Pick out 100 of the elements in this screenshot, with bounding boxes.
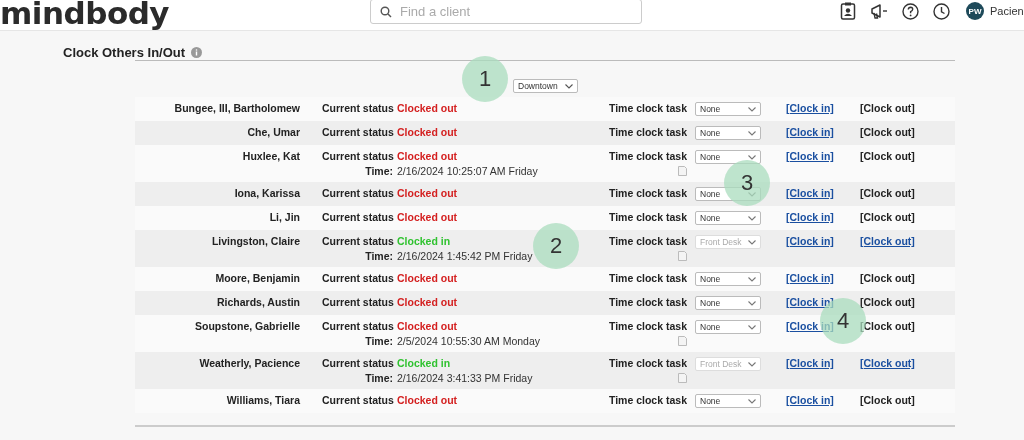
clock-out-link[interactable]: [Clock out] [860,102,915,114]
time-value: 2/16/2024 10:25:07 AM Friday [397,165,538,177]
caret-icon [748,106,756,112]
clock-out-link[interactable]: [Clock out] [860,235,915,247]
id-badge-icon[interactable] [840,2,856,20]
task-label: Time clock task [608,357,687,369]
clock-in-link[interactable]: [Clock in] [786,187,834,199]
status-label: Current status [322,357,393,369]
search-field[interactable]: Find a client [370,0,642,24]
task-label: Time clock task [608,102,687,114]
caret-icon [748,130,756,136]
clock-out-link[interactable]: [Clock out] [860,187,915,199]
status-label: Current status [322,187,393,199]
status-label: Current status [322,102,393,114]
caret-icon [748,239,756,245]
clock-in-link[interactable]: [Clock in] [786,211,834,223]
task-label: Time clock task [608,394,687,406]
time-value: 2/16/2024 1:45:42 PM Friday [397,250,533,262]
task-dropdown[interactable]: None [695,272,761,286]
note-icon[interactable] [678,373,687,383]
employee-name: Che, Umar [246,126,300,138]
task-label: Time clock task [608,211,687,223]
caret-icon [748,361,756,367]
clock-in-link[interactable]: [Clock in] [786,102,834,114]
task-label: Time clock task [608,126,687,138]
time-value: 2/16/2024 3:41:33 PM Friday [397,372,533,384]
time-label: Time: [364,372,393,384]
caret-icon [748,154,756,160]
status-label: Current status [322,235,393,247]
caret-icon [565,83,573,89]
task-label: Time clock task [608,296,687,308]
clock-out-link[interactable]: [Clock out] [860,394,915,406]
status-value: Clocked in [397,235,451,247]
note-icon[interactable] [678,166,687,176]
status-label: Current status [322,126,393,138]
clock-in-link[interactable]: [Clock in] [786,296,834,308]
employee-name: Bungee, III, Bartholomew [173,102,300,114]
status-label: Current status [322,394,393,406]
search-icon [380,6,392,18]
employee-name: Li, Jin [268,211,300,223]
task-dropdown[interactable]: None [695,296,761,310]
location-dropdown[interactable]: Downtown [513,79,578,93]
status-value: Clocked out [397,320,458,332]
task-label: Time clock task [608,150,687,162]
clock-in-link[interactable]: [Clock in] [786,357,834,369]
clock-out-link[interactable]: [Clock out] [860,296,915,308]
clock-out-link[interactable]: [Clock out] [860,150,915,162]
employee-name: Williams, Tiara [225,394,300,406]
status-label: Current status [322,211,393,223]
clock-in-link[interactable]: [Clock in] [786,320,834,332]
megaphone-icon[interactable] [870,3,888,19]
status-value: Clocked out [397,272,458,284]
task-dropdown[interactable]: None [695,126,761,140]
task-dropdown[interactable]: None [695,320,761,334]
employee-name: Livingston, Claire [210,235,300,247]
employee-name: Richards, Austin [215,296,300,308]
page-title: Clock Others In/Out [63,44,186,60]
time-value: 2/5/2024 10:55:30 AM Monday [397,335,541,347]
task-dropdown[interactable]: None [695,150,761,164]
status-value: Clocked out [397,296,458,308]
task-label: Time clock task [608,235,687,247]
clock-in-link[interactable]: [Clock in] [786,235,834,247]
task-label: Time clock task [608,272,687,284]
status-label: Current status [322,320,393,332]
employee-name: Moore, Benjamin [214,272,300,284]
clock-out-link[interactable]: [Clock out] [860,211,915,223]
clock-in-link[interactable]: [Clock in] [786,150,834,162]
clock-out-link[interactable]: [Clock out] [860,272,915,284]
status-value: Clocked in [397,357,451,369]
status-value: Clocked out [397,187,458,199]
status-label: Current status [322,150,393,162]
clock-out-link[interactable]: [Clock out] [860,126,915,138]
user-name[interactable]: Pacien [990,5,1024,17]
task-dropdown[interactable]: None [695,102,761,116]
user-avatar[interactable]: PW [966,2,984,20]
employee-name: Huxlee, Kat [241,150,300,162]
help-icon[interactable] [902,2,919,20]
task-dropdown[interactable]: None [695,211,761,225]
status-label: Current status [322,296,393,308]
task-label: Time clock task [608,187,687,199]
status-value: Clocked out [397,126,458,138]
employee-name: Iona, Karissa [233,187,300,199]
status-value: Clocked out [397,102,458,114]
clock-icon[interactable] [933,2,950,20]
status-label: Current status [322,272,393,284]
status-value: Clocked out [397,150,458,162]
note-icon[interactable] [678,336,687,346]
time-label: Time: [364,250,393,262]
clock-out-link[interactable]: [Clock out] [860,357,915,369]
task-dropdown[interactable]: None [695,394,761,408]
caret-icon [748,324,756,330]
info-icon[interactable] [191,46,203,58]
clock-out-link[interactable]: [Clock out] [860,320,915,332]
note-icon[interactable] [678,251,687,261]
status-value: Clocked out [397,211,458,223]
caret-icon [748,398,756,404]
clock-in-link[interactable]: [Clock in] [786,272,834,284]
clock-in-link[interactable]: [Clock in] [786,126,834,138]
clock-in-link[interactable]: [Clock in] [786,394,834,406]
time-label: Time: [364,335,393,347]
